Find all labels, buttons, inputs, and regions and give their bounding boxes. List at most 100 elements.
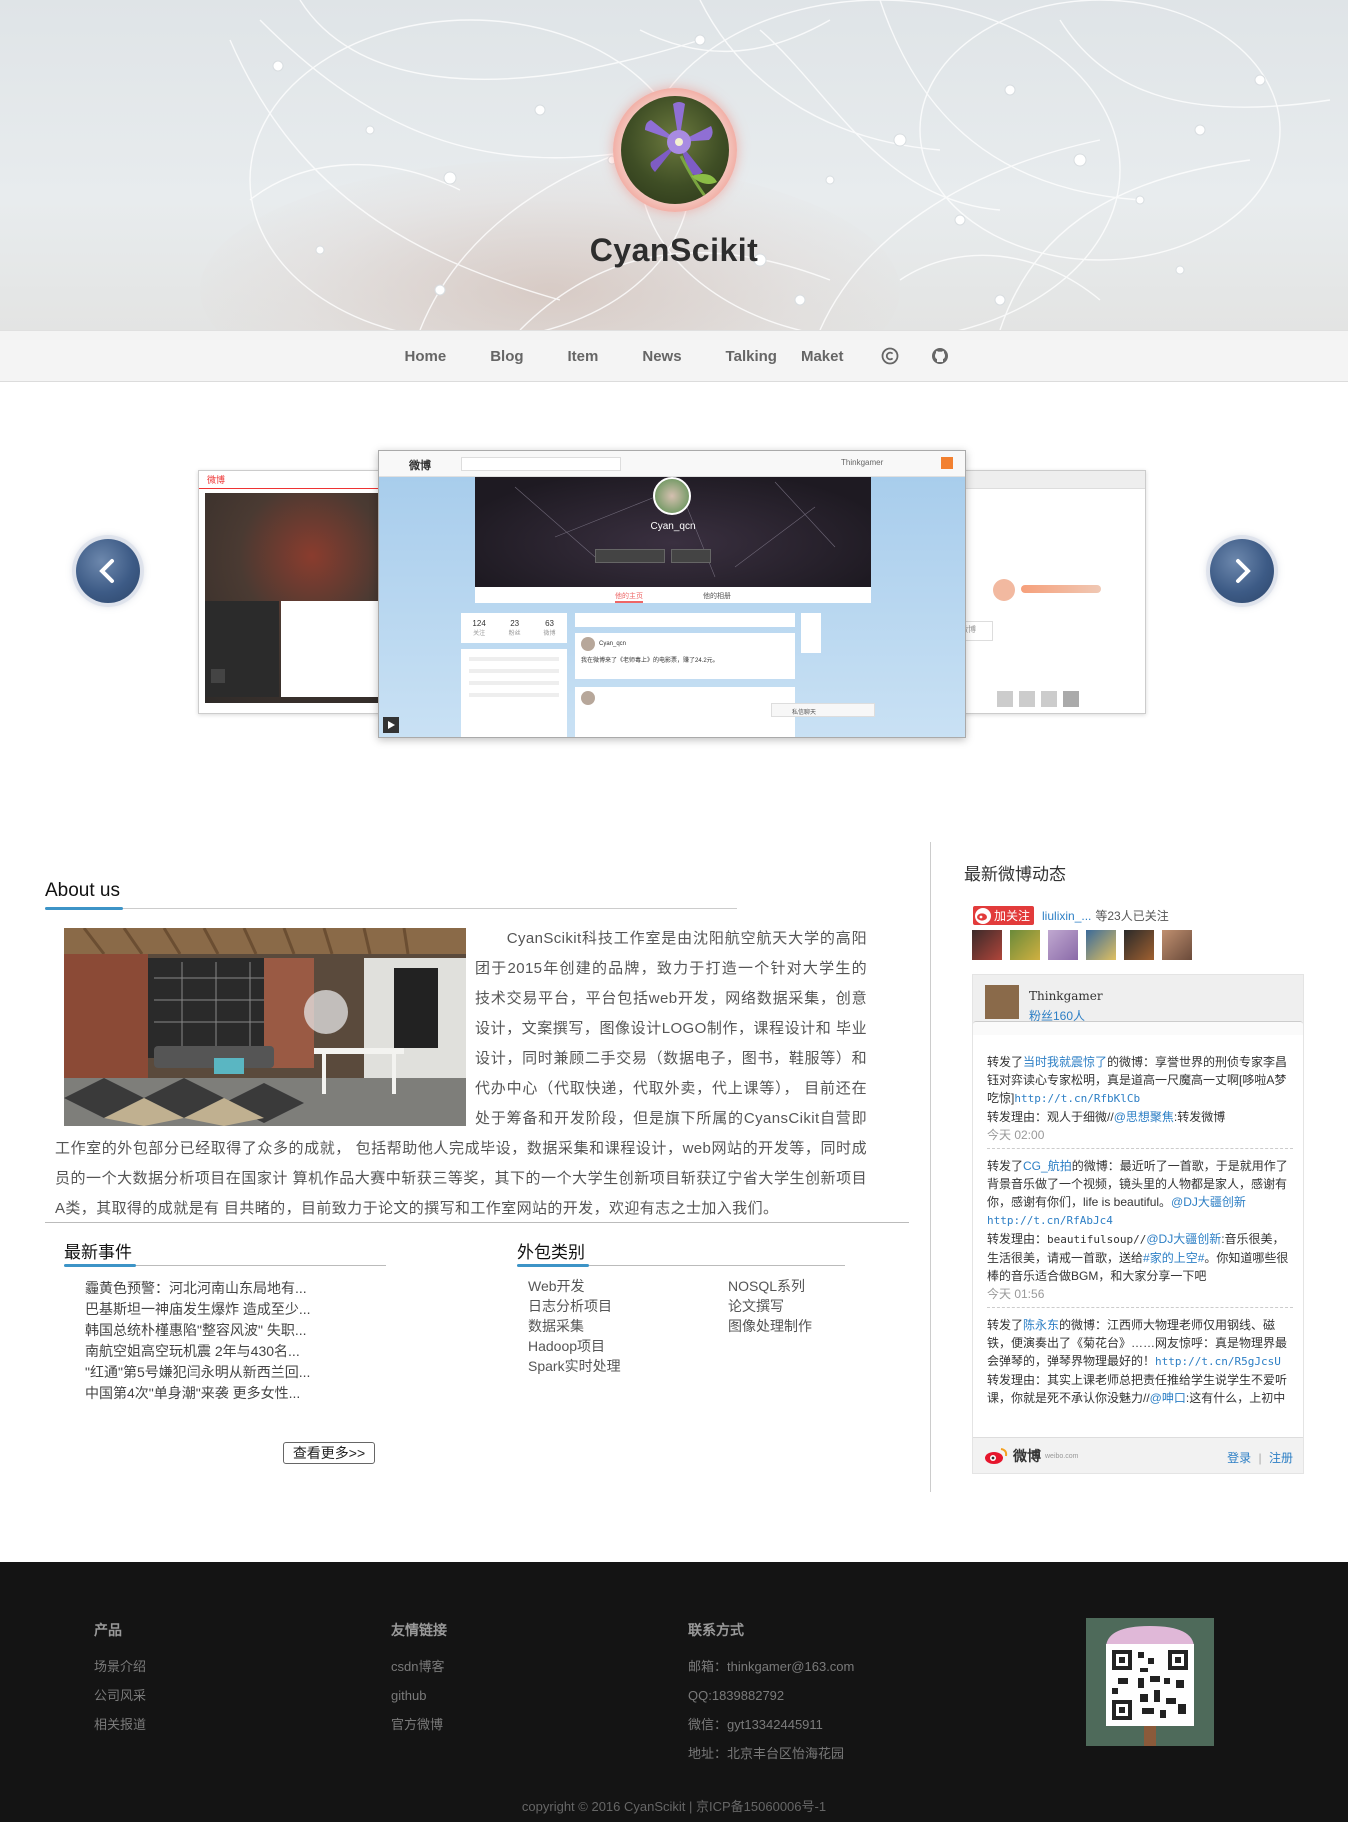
outsource-item[interactable]: Spark实时处理 <box>528 1356 621 1376</box>
hero-banner: CyanScikit <box>0 0 1348 330</box>
weibo-account-header: Thinkgamer 粉丝160人 <box>973 975 1303 1035</box>
outsource-item[interactable]: Hadoop项目 <box>528 1336 621 1356</box>
weibo-post-card: Cyan_qcn 我在微博来了《老师毒上》的电影票，赚了24.2元。 <box>575 633 795 679</box>
outsource-item[interactable]: Web开发 <box>528 1276 621 1296</box>
follower-avatar[interactable] <box>1086 930 1116 960</box>
outsource-item[interactable]: NOSQL系列 <box>728 1276 812 1296</box>
github-icon[interactable] <box>931 347 949 365</box>
weibo-widget-footer: 微博 weibo.com 登录 | 注册 <box>973 1437 1303 1473</box>
account-name[interactable]: Thinkgamer <box>1029 989 1103 1003</box>
outsource-list-1: Web开发 日志分析项目 数据采集 Hadoop项目 Spark实时处理 <box>528 1276 621 1376</box>
weibo-follower-avatars <box>972 930 1200 960</box>
weibo-follow-button[interactable]: 加关注 <box>973 906 1035 925</box>
weibo-follow-row: 加关注 liulixin_... 等23人已关注 <box>973 906 1169 925</box>
news-list: 霾黄色预警：河北河南山东局地有... 巴基斯坦一神庙发生爆炸 造成至少... 韩… <box>85 1278 311 1404</box>
avatar <box>621 96 729 204</box>
news-item[interactable]: 巴基斯坦一神庙发生爆炸 造成至少... <box>85 1299 311 1320</box>
weibo-chat-bar[interactable]: 私信聊天 <box>771 703 875 717</box>
news-item[interactable]: 南航空姐高空玩机震 2年与430名... <box>85 1341 311 1362</box>
copyright-text: copyright © 2016 CyanScikit | 京ICP备15060… <box>521 1799 827 1814</box>
nav-item[interactable]: Item <box>568 348 599 365</box>
weibo-logo-icon <box>985 1448 1008 1464</box>
weibo-user: Thinkgamer <box>841 458 884 467</box>
follower-avatar[interactable] <box>1124 930 1154 960</box>
play-icon <box>211 669 225 683</box>
weibo-notify-icon[interactable] <box>941 457 953 469</box>
weibo-auth-links: 登录 | 注册 <box>1227 1451 1293 1465</box>
chevron-right-icon <box>1236 559 1251 583</box>
weibo-follow-count: 等23人已关注 <box>1095 909 1169 923</box>
nav-talking[interactable]: Talking <box>726 348 777 365</box>
carousel-slide-left[interactable]: 微博 <box>198 470 388 714</box>
view-more-button[interactable]: 查看更多>> <box>283 1442 375 1464</box>
contact-email: 邮箱：thinkgamer@163.com <box>688 1659 855 1674</box>
column-divider <box>930 842 931 1492</box>
footer-link[interactable]: github <box>391 1681 447 1710</box>
news-item[interactable]: "红通"第5号嫌犯闫永明从新西兰回... <box>85 1362 311 1383</box>
site-footer: 产品 场景介绍 公司风采 相关报道 友情链接 csdn博客 github 官方微… <box>0 1562 1348 1822</box>
flower-icon <box>645 102 717 197</box>
footer-link[interactable]: 公司风采 <box>94 1681 146 1710</box>
contact-address: 地址：北京丰台区怡海花园 <box>688 1746 845 1761</box>
copyright-icon[interactable] <box>881 347 899 365</box>
outsource-item[interactable]: 论文撰写 <box>728 1296 812 1316</box>
outsource-list-2: NOSQL系列 论文撰写 图像处理制作 <box>728 1276 812 1336</box>
nav-news[interactable]: News <box>642 348 681 365</box>
outsource-item[interactable]: 日志分析项目 <box>528 1296 621 1316</box>
weibo-stats: 124 关注 23 粉丝 63 微博 <box>461 613 567 643</box>
weibo-tab-home[interactable]: 他的主页 <box>615 591 643 603</box>
carousel-slide-right[interactable]: 微博 <box>956 470 1146 714</box>
news-item[interactable]: 中国第4次"单身潮"来袭 更多女性... <box>85 1383 311 1404</box>
nav-home[interactable]: Home <box>405 348 447 365</box>
weibo-feed[interactable]: 转发了当时我就震惊了的微博：享誉世界的刑侦专家李昌钰对弈读心专家松明，真是道高一… <box>987 1045 1293 1421</box>
outsource-item[interactable]: 图像处理制作 <box>728 1316 812 1336</box>
weibo-profile-name: Cyan_qcn <box>650 521 696 532</box>
main-content: About us CyanScikit科技工作室是由沈阳航空航天大学的高阳团于2… <box>0 802 1348 1562</box>
carousel-next-button[interactable] <box>1210 539 1274 603</box>
weibo-register-link[interactable]: 注册 <box>1269 1451 1293 1465</box>
contact-qq: QQ:1839882792 <box>688 1688 785 1703</box>
weibo-follower-name[interactable]: liulixin_... <box>1042 909 1091 923</box>
footer-contact: 联系方式 邮箱：thinkgamer@163.com QQ:1839882792… <box>688 1620 854 1768</box>
follower-avatar[interactable] <box>1048 930 1078 960</box>
weibo-post: 转发了当时我就震惊了的微博：享誉世界的刑侦专家李昌钰对弈读心专家松明，真是道高一… <box>987 1045 1293 1149</box>
outsource-item[interactable]: 数据采集 <box>528 1316 621 1336</box>
weibo-profile-avatar <box>653 477 691 515</box>
weibo-profile-tabs: 他的主页 他的相册 <box>475 587 871 603</box>
carousel-slide-active[interactable]: 微博 Thinkgamer Cyan_qcn 他的主页 他的相册 124 关注 … <box>378 450 966 738</box>
studio-photo <box>64 928 466 1126</box>
main-nav: Home Blog Item News Talking Maket <box>0 330 1348 382</box>
weibo-section-title: 最新微博动态 <box>964 865 1066 884</box>
about-divider <box>45 908 737 909</box>
news-item[interactable]: 韩国总统朴槿惠陷"整容风波" 失职... <box>85 1320 311 1341</box>
chevron-left-icon <box>99 559 114 583</box>
weibo-search-input[interactable] <box>461 457 621 471</box>
section-divider <box>45 1222 909 1223</box>
news-item[interactable]: 霾黄色预警：河北河南山东局地有... <box>85 1278 311 1299</box>
slide-right-profile <box>993 579 1103 635</box>
weibo-page-bg: Cyan_qcn 他的主页 他的相册 124 关注 23 粉丝 63 微博 Cy… <box>379 477 965 737</box>
about-title: About us <box>45 880 120 901</box>
nav-blog[interactable]: Blog <box>490 348 523 365</box>
weibo-tab-album[interactable]: 他的相册 <box>703 591 731 603</box>
footer-link[interactable]: 相关报道 <box>94 1710 146 1739</box>
follower-avatar[interactable] <box>1162 930 1192 960</box>
follower-avatar[interactable] <box>1010 930 1040 960</box>
weibo-top-bar: 微博 Thinkgamer <box>379 451 965 477</box>
slide-left-photo <box>205 493 383 703</box>
weibo-logo-icon <box>975 907 991 924</box>
follower-avatar[interactable] <box>972 930 1002 960</box>
weibo-brand-logo[interactable]: 微博 weibo.com <box>983 1446 1078 1466</box>
footer-link[interactable]: csdn博客 <box>391 1652 447 1681</box>
play-icon[interactable] <box>383 717 399 733</box>
footer-link[interactable]: 官方微博 <box>391 1710 447 1739</box>
avatar-frame <box>613 88 737 212</box>
account-avatar[interactable] <box>985 985 1019 1019</box>
carousel-prev-button[interactable] <box>76 539 140 603</box>
nav-maket[interactable]: Maket <box>801 348 844 365</box>
footer-link[interactable]: 场景介绍 <box>94 1652 146 1681</box>
slide-weibo-header: 微博 <box>199 471 387 489</box>
footer-friend-links: 友情链接 csdn博客 github 官方微博 <box>391 1620 447 1739</box>
weibo-cover: Cyan_qcn <box>475 477 871 587</box>
weibo-login-link[interactable]: 登录 <box>1227 1451 1251 1465</box>
